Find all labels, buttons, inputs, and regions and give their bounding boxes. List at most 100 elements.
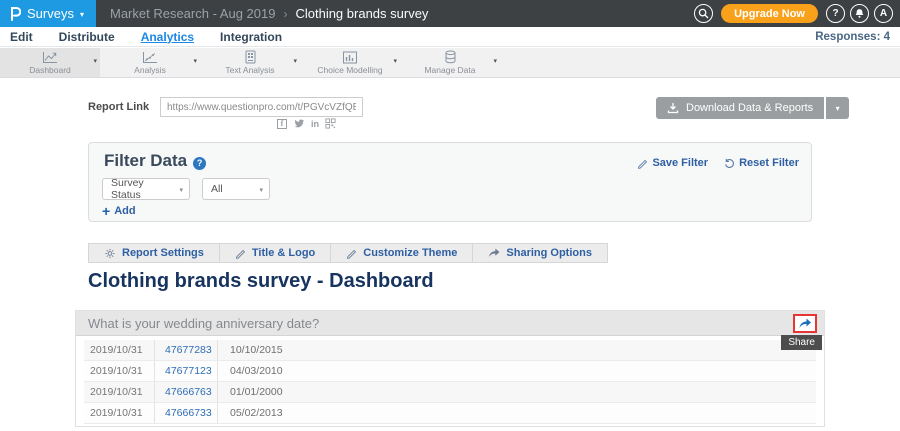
toolbar-label: Text Analysis (225, 65, 274, 75)
toolbar-item-choice-modelling[interactable]: Choice Modelling ▾ (300, 48, 400, 77)
filter-actions: Save Filter Reset Filter (637, 157, 799, 169)
toolbar-item-text-analysis[interactable]: Text Analysis ▾ (200, 48, 300, 77)
filter-field-value: Survey Status (111, 177, 171, 201)
edit-icon (637, 158, 648, 169)
toolbar-item-manage-data[interactable]: Manage Data ▾ (400, 48, 500, 77)
response-date-cell: 2019/10/31 (84, 403, 154, 423)
filter-selects: Survey Status ▾ All ▾ (102, 178, 270, 200)
nav-item-edit[interactable]: Edit (10, 30, 33, 44)
response-id-link[interactable]: 47666733 (154, 403, 218, 423)
questionpro-logo-icon (9, 6, 21, 21)
help-button[interactable]: ? (826, 4, 845, 23)
app-root: Surveys ▾ Market Research - Aug 2019 › C… (0, 0, 900, 431)
breadcrumb-parent[interactable]: Market Research - Aug 2019 (110, 6, 275, 21)
toolbar-label: Choice Modelling (317, 65, 382, 75)
scatter-chart-icon (142, 50, 158, 64)
toolbar-label: Dashboard (29, 65, 71, 75)
qr-embed-icon[interactable] (325, 118, 336, 129)
toolbar-label: Manage Data (424, 65, 475, 75)
tab-customize-theme[interactable]: Customize Theme (330, 243, 473, 263)
product-label: Surveys (27, 6, 74, 21)
chevron-down-icon[interactable]: ▾ (293, 57, 297, 65)
chevron-down-icon: ▾ (80, 8, 84, 19)
search-button[interactable] (694, 4, 713, 23)
download-split-button: Download Data & Reports ▾ (656, 97, 849, 119)
breadcrumb: Market Research - Aug 2019 › Clothing br… (110, 6, 428, 21)
share-button[interactable] (793, 314, 817, 333)
toolbar-item-dashboard[interactable]: Dashboard ▾ (0, 48, 100, 77)
response-date-cell: 2019/10/31 (84, 340, 154, 360)
share-tooltip: Share (781, 335, 822, 350)
report-link-input[interactable] (160, 97, 363, 117)
response-id-link[interactable]: 47666763 (154, 382, 218, 402)
filter-field-select[interactable]: Survey Status ▾ (102, 178, 190, 200)
download-options-caret-button[interactable]: ▾ (826, 97, 849, 119)
facebook-icon[interactable]: f (277, 119, 287, 129)
table-row: 2019/10/31 47666763 01/01/2000 (84, 382, 816, 403)
download-data-reports-button[interactable]: Download Data & Reports (656, 97, 824, 119)
save-filter-button[interactable]: Save Filter (637, 157, 708, 169)
answer-cell: 05/02/2013 (218, 403, 283, 423)
share-wrap: Share (793, 314, 817, 333)
tab-label: Customize Theme (363, 247, 457, 259)
chevron-down-icon: ▾ (259, 186, 263, 194)
toolbar-item-analysis[interactable]: Analysis ▾ (100, 48, 200, 77)
reset-icon (724, 158, 735, 169)
tab-title-logo[interactable]: Title & Logo (219, 243, 331, 263)
notifications-button[interactable] (850, 4, 869, 23)
response-id-link[interactable]: 47677283 (154, 340, 218, 360)
database-icon (444, 50, 457, 64)
add-filter-button[interactable]: + Add (102, 204, 136, 218)
question-header: What is your wedding anniversary date? S… (76, 311, 824, 336)
filter-value-value: All (211, 183, 223, 195)
page-title: Clothing brands survey - Dashboard (88, 270, 434, 293)
table-row: 2019/10/31 47677123 04/03/2010 (84, 361, 816, 382)
save-filter-label: Save Filter (652, 157, 708, 169)
analytics-toolbar: Dashboard ▾ Analysis ▾ Text Analysis ▾ C… (0, 48, 900, 78)
linkedin-icon[interactable]: in (311, 119, 319, 129)
nav-item-analytics[interactable]: Analytics (141, 30, 194, 44)
report-settings-tabs: Report Settings Title & Logo Customize T… (88, 243, 608, 263)
answer-cell: 10/10/2015 (218, 340, 283, 360)
share-arrow-icon (798, 318, 812, 329)
question-panel: What is your wedding anniversary date? S… (75, 310, 825, 427)
answer-cell: 01/01/2000 (218, 382, 283, 402)
product-switcher[interactable]: Surveys ▾ (0, 0, 96, 27)
toolbar-label: Analysis (134, 65, 166, 75)
filter-data-panel: Filter Data ? Save Filter Reset Filter S… (88, 142, 812, 222)
chevron-down-icon[interactable]: ▾ (93, 57, 97, 65)
breadcrumb-current: Clothing brands survey (295, 6, 428, 21)
tab-report-settings[interactable]: Report Settings (88, 243, 220, 263)
nav-item-integration[interactable]: Integration (220, 30, 282, 44)
download-icon (667, 102, 679, 114)
gears-icon (104, 248, 116, 259)
upgrade-now-button[interactable]: Upgrade Now (721, 4, 818, 23)
avatar[interactable]: A (874, 4, 893, 23)
responses-count: Responses: 4 (815, 31, 890, 43)
chevron-down-icon[interactable]: ▾ (393, 57, 397, 65)
tab-label: Title & Logo (252, 247, 315, 259)
document-grid-icon (244, 50, 257, 64)
filter-value-select[interactable]: All ▾ (202, 178, 270, 200)
add-filter-label: Add (114, 205, 135, 217)
breadcrumb-separator: › (283, 7, 287, 21)
tab-sharing-options[interactable]: Sharing Options (472, 243, 608, 263)
twitter-icon[interactable] (293, 118, 305, 129)
chevron-down-icon[interactable]: ▾ (193, 57, 197, 65)
bell-icon (854, 8, 865, 19)
nav-item-distribute[interactable]: Distribute (59, 30, 115, 44)
search-icon (698, 8, 709, 19)
response-id-link[interactable]: 47677123 (154, 361, 218, 381)
reset-filter-button[interactable]: Reset Filter (724, 157, 799, 169)
chevron-down-icon: ▾ (179, 186, 183, 194)
table-row: 2019/10/31 47677283 10/10/2015 (84, 340, 816, 361)
edit-icon (235, 248, 246, 259)
question-title: What is your wedding anniversary date? (88, 316, 319, 331)
tab-label: Report Settings (122, 247, 204, 259)
header-actions: Upgrade Now ? A (694, 4, 900, 23)
filter-help-icon[interactable]: ? (193, 157, 206, 170)
social-share-row: f in (277, 118, 336, 129)
filter-data-title: Filter Data ? (104, 151, 206, 171)
chevron-down-icon[interactable]: ▾ (493, 57, 497, 65)
share-arrow-icon (488, 248, 500, 258)
